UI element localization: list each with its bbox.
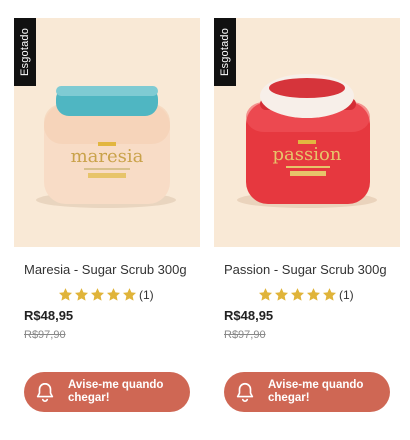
old-price: R$97,90: [224, 329, 266, 341]
product-title[interactable]: Maresia - Sugar Scrub 300g: [14, 262, 194, 278]
product-image[interactable]: maresia Esgotado: [14, 18, 200, 247]
product-rating: (1): [14, 287, 202, 302]
star-icon: [290, 288, 305, 301]
svg-text:maresia: maresia: [71, 146, 144, 167]
old-price: R$97,90: [24, 329, 66, 341]
star-rating: [258, 287, 337, 302]
notify-me-label: Avise-me quando chegar!: [68, 379, 164, 404]
bell-icon: [36, 382, 54, 402]
notify-me-button[interactable]: Avise-me quando chegar!: [224, 372, 390, 412]
star-icon: [274, 288, 289, 301]
star-rating: [58, 287, 137, 302]
notify-me-button[interactable]: Avise-me quando chegar!: [24, 372, 190, 412]
star-icon: [322, 288, 337, 301]
maresia-jar-image: maresia: [36, 86, 176, 208]
current-price: R$48,95: [224, 308, 274, 323]
passion-jar-image: passion: [237, 74, 377, 208]
sold-out-badge: Esgotado: [14, 18, 36, 86]
product-image[interactable]: passion Esgotado: [214, 18, 400, 247]
star-icon: [90, 288, 105, 301]
star-icon: [106, 288, 121, 301]
product-card[interactable]: passion Esgotado Passion - Sugar Scrub 3…: [214, 18, 402, 341]
star-icon: [258, 288, 273, 301]
rating-count: (1): [339, 287, 354, 302]
product-card[interactable]: maresia Esgotado Maresia - Sugar Scrub 3…: [14, 18, 202, 341]
star-icon: [122, 288, 137, 301]
current-price: R$48,95: [24, 308, 74, 323]
rating-count: (1): [139, 287, 154, 302]
star-icon: [306, 288, 321, 301]
notify-me-label: Avise-me quando chegar!: [268, 379, 364, 404]
bell-icon: [236, 382, 254, 402]
svg-text:passion: passion: [273, 144, 342, 165]
star-icon: [74, 288, 89, 301]
star-icon: [58, 288, 73, 301]
sold-out-badge: Esgotado: [214, 18, 236, 86]
product-title[interactable]: Passion - Sugar Scrub 300g: [214, 262, 394, 278]
product-rating: (1): [214, 287, 402, 302]
